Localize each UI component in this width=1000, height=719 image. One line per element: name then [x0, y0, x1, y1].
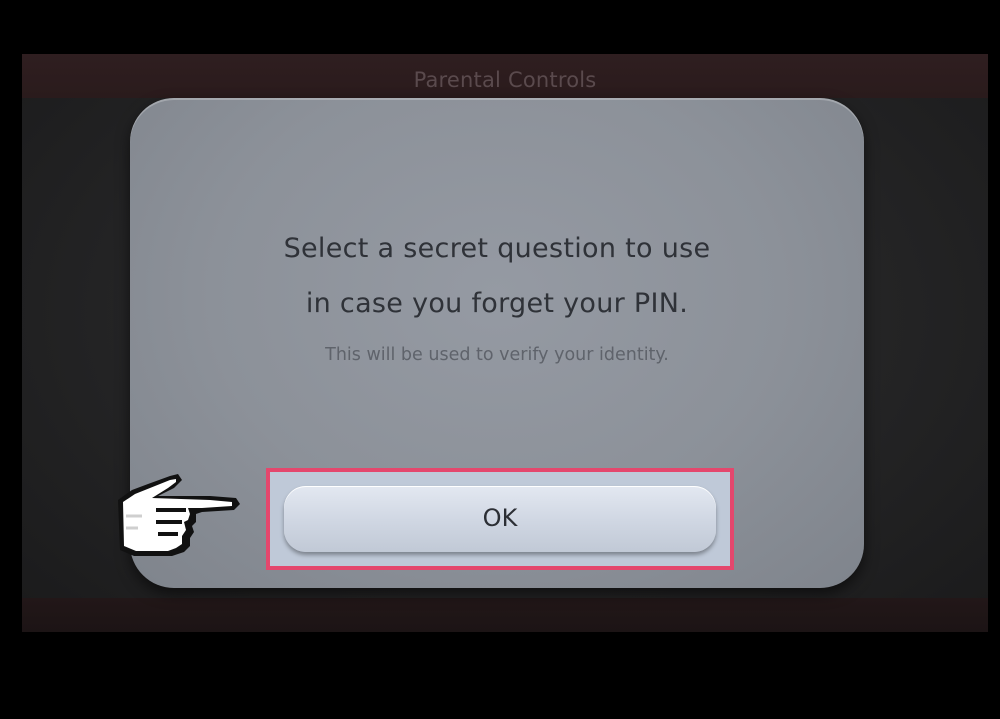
ok-button-highlight: OK — [266, 468, 734, 570]
dialog-message-line-2: in case you forget your PIN. — [305, 288, 689, 319]
dialog-message-line-1: Select a secret question to use — [283, 233, 711, 264]
ok-button-label: OK — [482, 504, 518, 532]
title-bar: Parental Controls — [22, 54, 988, 98]
page-title: Parental Controls — [413, 68, 597, 92]
bottom-bar — [22, 598, 988, 632]
ok-button[interactable]: OK — [284, 486, 716, 552]
dialog-sub-message: This will be used to verify your identit… — [325, 345, 669, 365]
pointing-hand-icon — [118, 474, 240, 556]
page: Parental Controls Select a secret questi… — [0, 0, 1000, 719]
